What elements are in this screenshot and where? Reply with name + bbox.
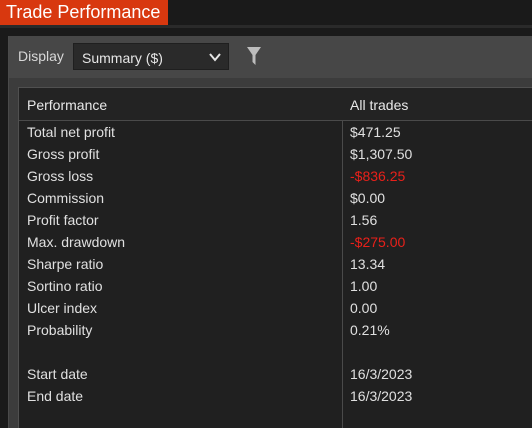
table-row[interactable]: Start date 16/3/2023	[19, 363, 532, 385]
metric-value: $1,307.50	[350, 146, 413, 162]
column-header-performance[interactable]: Performance	[27, 97, 107, 113]
table-row[interactable]: Ulcer index 0.00	[19, 297, 532, 319]
table-row[interactable]: Total net profit $471.25	[19, 121, 532, 143]
metric-label: Sharpe ratio	[27, 256, 104, 272]
toolbar: Display Summary ($)	[9, 36, 532, 78]
metric-value: 13.34	[350, 256, 386, 272]
metric-label: Max. drawdown	[27, 234, 126, 250]
metric-value: 1.00	[350, 278, 378, 294]
column-header-all-trades[interactable]: All trades	[350, 97, 408, 113]
table-row[interactable]: Profit factor 1.56	[19, 209, 532, 231]
metric-label: Total net profit	[27, 124, 115, 140]
table-row[interactable]: Probability 0.21%	[19, 319, 532, 341]
table-row[interactable]: Max. drawdown -$275.00	[19, 231, 532, 253]
table-row[interactable]	[19, 341, 532, 363]
window-title: Trade Performance	[6, 2, 161, 22]
metric-label: Probability	[27, 322, 93, 338]
metric-label: Gross profit	[27, 146, 100, 162]
table-row[interactable]: Gross loss -$836.25	[19, 165, 532, 187]
metric-value: $0.00	[350, 190, 386, 206]
window-title-tab[interactable]: Trade Performance	[0, 0, 169, 25]
metric-value: 0.21%	[350, 322, 390, 338]
filter-icon[interactable]	[247, 46, 261, 66]
metric-label: Sortino ratio	[27, 278, 103, 294]
table-row[interactable]: Gross profit $1,307.50	[19, 143, 532, 165]
metric-value: -$275.00	[350, 234, 406, 250]
title-strip	[0, 25, 532, 28]
metric-value: 16/3/2023	[350, 366, 413, 382]
metric-value: 0.00	[350, 300, 378, 316]
display-select-value: Summary ($)	[82, 50, 163, 66]
table-row[interactable]: Commission $0.00	[19, 187, 532, 209]
display-label: Display	[18, 48, 64, 64]
metric-value: $471.25	[350, 124, 401, 140]
metric-label: Gross loss	[27, 168, 94, 184]
table-row[interactable]: Sortino ratio 1.00	[19, 275, 532, 297]
display-select[interactable]: Summary ($)	[73, 43, 229, 70]
metric-label: Commission	[27, 190, 105, 206]
performance-panel: Display Summary ($) Performance All trad…	[8, 36, 532, 428]
chevron-down-icon	[209, 53, 221, 62]
metric-label: Start date	[27, 366, 88, 382]
table-body: Total net profit $471.25 Gross profit $1,30…	[19, 121, 532, 407]
metric-label: End date	[27, 388, 84, 404]
table-row[interactable]: Sharpe ratio 13.34	[19, 253, 532, 275]
metric-value: 1.56	[350, 212, 378, 228]
metric-label: Profit factor	[27, 212, 99, 228]
performance-table: Performance All trades Total net profit $…	[18, 87, 532, 428]
metric-value: 16/3/2023	[350, 388, 413, 404]
metric-value: -$836.25	[350, 168, 406, 184]
metric-label: Ulcer index	[27, 300, 98, 316]
table-row[interactable]: End date 16/3/2023	[19, 385, 532, 407]
table-header: Performance All trades	[19, 88, 532, 121]
